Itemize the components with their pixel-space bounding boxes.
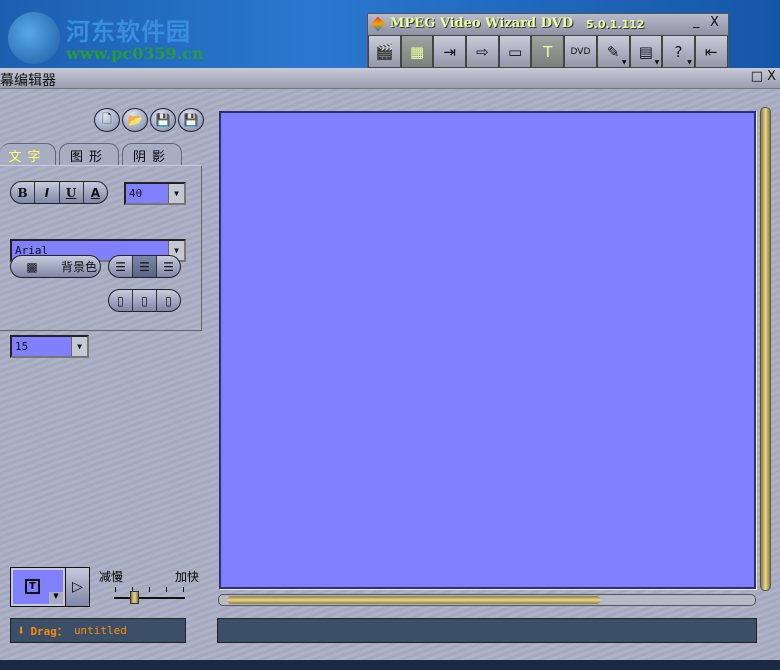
dropdown-arrow-icon: ▼ (687, 59, 692, 66)
speed-slider[interactable] (114, 585, 185, 605)
minimize-button[interactable]: _ (693, 14, 700, 29)
text-editor-icon: T (543, 42, 553, 61)
panel-titlebar[interactable]: 幕编辑器 □ X (0, 68, 780, 89)
new-file-icon: 🗋 (102, 111, 112, 126)
export-icon: ⇨ (476, 42, 489, 61)
slow-label: 减慢 (99, 570, 124, 584)
save-icon: 💾 (155, 113, 171, 127)
drag-status: ⬇ Drag： untitled (10, 618, 186, 643)
underline-button[interactable]: U (60, 182, 84, 203)
align-group: ☰ ☰ ☰ (108, 255, 181, 278)
save-as-icon: 💾 (183, 113, 199, 127)
exit-icon: ⇤ (704, 42, 718, 61)
taskbar-edge (0, 660, 780, 670)
clapper-icon: 🎬 (375, 42, 394, 61)
toolbar-button-import[interactable]: ⇥ (433, 35, 467, 68)
italic-button[interactable]: I (35, 182, 60, 203)
panel-title: 幕编辑器 (0, 73, 56, 89)
bg-color-button[interactable]: ▩ 背景色 (10, 255, 101, 278)
horizontal-scrollbar[interactable] (218, 594, 756, 606)
align-center-button[interactable]: ☰ (133, 256, 157, 277)
file-buttons: 🗋 📂 💾 💾 (94, 108, 204, 132)
toolbar-button-tape[interactable]: ▭ (498, 35, 532, 68)
text-mode-selector[interactable]: T ▼ ▷ (10, 567, 90, 607)
layout-icon: ▤ (638, 42, 653, 61)
app-icon (370, 16, 386, 32)
main-toolbar-window: MPEG Video Wizard DVD 5.0.1.112 _ X 🎬 ▦ ⇥ ⇨… (367, 13, 729, 68)
pattern-icon: ▩ (26, 259, 38, 274)
dropdown-arrow-icon: ▼ (621, 59, 627, 66)
toolbar-button-layout[interactable]: ▤ ▼ (629, 35, 663, 68)
arrow-down-icon: ⬇ (17, 622, 26, 639)
toolbar-button-timeline[interactable]: ▦ (400, 35, 434, 68)
speed-slider-thumb[interactable] (130, 591, 139, 604)
tools-icon: ✎ (606, 42, 620, 61)
text-mode-box[interactable]: T ▼ (11, 568, 65, 606)
chevron-down-icon[interactable]: ▼ (168, 184, 184, 203)
app-title: MPEG Video Wizard DVD (390, 16, 574, 31)
bg-color-label: 背景色 (60, 260, 97, 274)
fast-label: 加快 (175, 570, 200, 584)
toolbar-buttons: 🎬 ▦ ⇥ ⇨ ▭ T DVD ✎ ▼ ▤ ▼? ▼ ⇤ (368, 35, 728, 68)
bold-button[interactable]: B (11, 182, 36, 203)
toolbar-titlebar[interactable]: MPEG Video Wizard DVD 5.0.1.112 _ X (368, 14, 728, 35)
timeline-icon: ▦ (409, 42, 425, 61)
toolbar-button-text-editor[interactable]: T (531, 35, 565, 68)
line-size-value: 15 (15, 340, 29, 353)
font-size-dropdown[interactable]: 40 ▼ (124, 182, 186, 205)
tab-shadow[interactable]: 阴影 (122, 143, 182, 166)
valign-bottom-button[interactable]: ▯ (157, 290, 180, 311)
chevron-down-icon[interactable]: ▼ (71, 337, 87, 356)
bg-color-content: ▩ 背景色 (11, 256, 100, 277)
vertical-scrollbar[interactable] (760, 107, 771, 591)
valign-middle-button[interactable]: ▯ (133, 290, 157, 311)
logo-text: 河东软件园 (66, 17, 191, 46)
valign-group: ▯ ▯ ▯ (108, 289, 181, 312)
toolbar-button-tools[interactable]: ✎ ▼ (596, 35, 630, 68)
align-left-button[interactable]: ☰ (109, 256, 133, 277)
panel-close-button[interactable]: X (767, 69, 776, 84)
drag-label: Drag： (30, 624, 68, 638)
new-file-button[interactable]: 🗋 (94, 108, 120, 132)
open-file-button[interactable]: 📂 (122, 108, 148, 132)
import-icon: ⇥ (443, 42, 456, 61)
align-right-button[interactable]: ☰ (157, 256, 180, 277)
preview-canvas[interactable] (219, 111, 756, 589)
save-as-button[interactable]: 💾 (178, 108, 204, 132)
horizontal-scroll-thumb[interactable] (227, 596, 602, 604)
app-version: 5.0.1.112 (586, 18, 645, 31)
chevron-down-icon[interactable]: ▼ (49, 592, 63, 604)
open-folder-icon: 📂 (127, 113, 143, 127)
play-button[interactable]: ▷ (65, 568, 89, 606)
help-icon: ? (674, 42, 683, 61)
tab-text[interactable]: 文字 (0, 143, 56, 166)
panel-window-buttons[interactable]: □ X (751, 69, 776, 84)
info-status (217, 618, 757, 643)
dvd-icon: DVD (570, 46, 591, 57)
tab-shape[interactable]: 图形 (59, 143, 119, 166)
line-size-dropdown[interactable]: 15 ▼ (10, 335, 89, 358)
save-button[interactable]: 💾 (150, 108, 176, 132)
dropdown-arrow-icon: ▼ (654, 59, 660, 66)
drag-value: untitled (73, 624, 127, 637)
font-size-value: 40 (129, 187, 143, 200)
restore-button[interactable]: □ (751, 69, 763, 84)
toolbar-button-export[interactable]: ⇨ (466, 35, 499, 68)
toolbar-button-exit[interactable]: ⇤ (694, 35, 728, 68)
toolbar-button-dvd[interactable]: DVD (564, 35, 597, 68)
logo-icon (8, 12, 60, 64)
text-style-group: B I U A (10, 181, 108, 204)
toolbar-button-clapper[interactable]: 🎬 (368, 35, 401, 68)
logo-url: www.pc0359.cn (66, 44, 204, 63)
text-tool-icon: T (25, 579, 40, 594)
valign-top-button[interactable]: ▯ (109, 290, 133, 311)
play-icon: ▷ (72, 579, 83, 595)
close-button[interactable]: X (710, 15, 719, 30)
toolbar-button-help[interactable]: ? ▼ (662, 35, 695, 68)
tape-icon: ▭ (508, 42, 523, 61)
text-color-button[interactable]: A (84, 182, 107, 203)
